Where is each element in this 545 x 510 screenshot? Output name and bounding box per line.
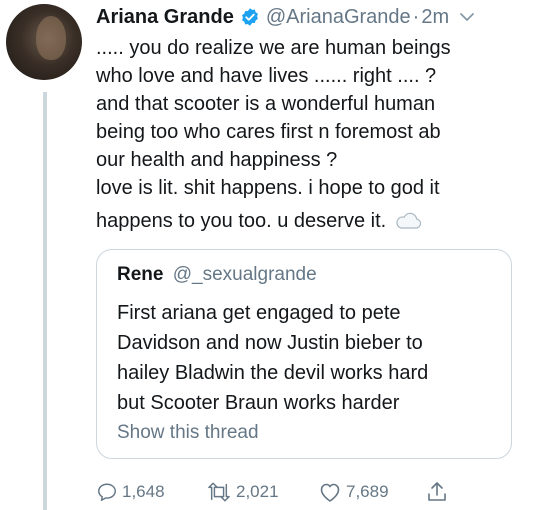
tweet-text-line-last: happens to you too. u deserve it. bbox=[96, 207, 526, 235]
reply-icon bbox=[96, 481, 118, 503]
retweet-count: 2,021 bbox=[236, 482, 279, 501]
quoted-tweet-header: Rene @_sexualgrande bbox=[117, 264, 317, 286]
cloud-icon bbox=[394, 212, 422, 230]
quoted-author-handle: @_sexualgrande bbox=[172, 264, 317, 285]
separator-dot: · bbox=[412, 5, 420, 28]
tweet-text-line: who love and have lives ...... right ...… bbox=[96, 65, 437, 87]
retweet-icon bbox=[206, 481, 232, 503]
quoted-tweet-text: First ariana get engaged to pete Davidso… bbox=[117, 298, 507, 418]
tweet-text-line: our health and happiness ? bbox=[96, 149, 338, 171]
reply-count: 1,648 bbox=[122, 482, 165, 501]
quoted-tweet-card[interactable]: Rene @_sexualgrande First ariana get eng… bbox=[96, 249, 512, 459]
verified-badge-icon bbox=[240, 7, 260, 27]
quoted-text-line: First ariana get engaged to pete bbox=[117, 302, 401, 324]
retweet-button[interactable]: 2,021 bbox=[206, 478, 279, 506]
tweet-text-line: love is lit. shit happens. i hope to god… bbox=[96, 177, 440, 199]
tweet-text: ..... you do realize we are human beings… bbox=[96, 34, 526, 235]
tweet-text-line: being too who cares first n foremost ab bbox=[96, 121, 441, 143]
tweet-text-line: ..... you do realize we are human beings bbox=[96, 37, 451, 59]
tweet-text-line: happens to you too. u deserve it. bbox=[96, 210, 387, 232]
timestamp[interactable]: 2m bbox=[421, 6, 449, 29]
share-button[interactable] bbox=[426, 478, 448, 506]
reply-button[interactable]: 1,648 bbox=[96, 478, 165, 506]
tweet-actions-bar: 1,648 2,021 7,689 bbox=[96, 478, 536, 506]
like-count: 7,689 bbox=[346, 482, 389, 501]
author-handle[interactable]: @ArianaGrande bbox=[266, 6, 411, 29]
thread-connector-line bbox=[43, 92, 47, 510]
like-button[interactable]: 7,689 bbox=[318, 478, 389, 506]
tweet-header: Ariana Grande @ArianaGrande · 2m bbox=[96, 2, 535, 32]
quoted-text-line: Davidson and now Justin bieber to bbox=[117, 332, 423, 354]
quoted-text-line: hailey Bladwin the devil works hard bbox=[117, 362, 429, 384]
show-thread-link[interactable]: Show this thread bbox=[117, 422, 259, 444]
quoted-text-line: but Scooter Braun works harder bbox=[117, 392, 400, 414]
share-icon bbox=[426, 480, 448, 504]
avatar[interactable] bbox=[6, 4, 82, 80]
tweet-text-line: and that scooter is a wonderful human bbox=[96, 93, 436, 115]
chevron-down-icon[interactable] bbox=[459, 11, 475, 23]
quoted-author-name: Rene bbox=[117, 264, 164, 285]
heart-icon bbox=[318, 481, 342, 503]
author-name[interactable]: Ariana Grande bbox=[96, 6, 234, 29]
